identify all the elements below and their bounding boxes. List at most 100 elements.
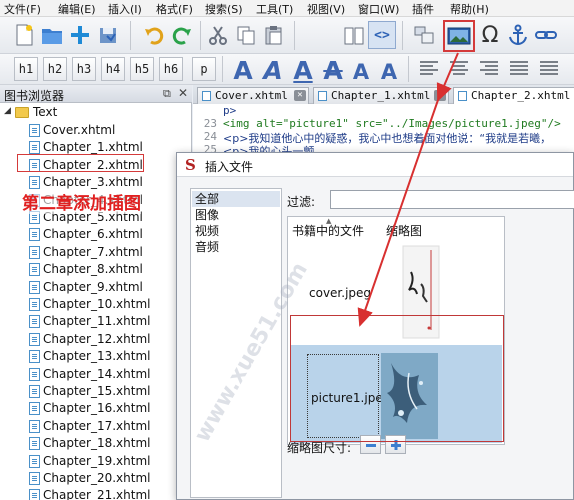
toolbar-separator [222, 56, 223, 82]
tab-cover[interactable]: Cover.xhtml ✕ [197, 87, 309, 104]
column-header-thumbnail[interactable]: 缩略图 [386, 222, 422, 239]
align-center-icon[interactable] [450, 61, 468, 77]
align-left-icon[interactable] [420, 61, 438, 77]
heading-h3-button[interactable]: h3 [72, 57, 96, 81]
file-icon [29, 298, 40, 311]
undo-button[interactable] [140, 21, 168, 49]
paragraph-button[interactable]: p [192, 57, 216, 81]
code-view-button[interactable]: <> [368, 21, 396, 49]
tree-file-label: Chapter_10.xhtml [43, 297, 151, 311]
tree-file-label: Chapter_7.xhtml [43, 244, 143, 259]
bold-button[interactable]: A [229, 56, 257, 83]
menu-format[interactable]: 格式(F) [156, 1, 193, 17]
split-view-button[interactable] [410, 21, 438, 49]
expand-arrow-icon[interactable]: ◢ [4, 106, 11, 116]
file-icon [29, 367, 40, 381]
tree-file-label: Chapter_12.xhtml [43, 331, 151, 346]
tab-chapter-1[interactable]: Chapter_1.xhtml ✕ [313, 87, 449, 104]
copy-button[interactable] [232, 21, 260, 49]
tree-file-label: Chapter_16.xhtml [43, 401, 151, 416]
tree-file-item[interactable]: Chapter_15.xhtml [0, 383, 192, 400]
tree-file-label: Chapter_3.xhtml [43, 175, 143, 190]
tree-file-item[interactable]: Chapter_11.xhtml [0, 313, 192, 330]
decrease-indent-icon[interactable] [540, 61, 558, 77]
code-editor[interactable]: p> 23 <img alt="picture1" src="../Images… [193, 104, 574, 156]
redo-button[interactable] [168, 21, 196, 49]
align-justify-icon[interactable] [510, 61, 528, 77]
tree-file-item[interactable]: Chapter_17.xhtml [0, 418, 192, 435]
tree-file-item[interactable]: Chapter_9.xhtml [0, 279, 192, 296]
new-file-button[interactable] [10, 21, 38, 49]
heading-h4-button[interactable]: h4 [101, 57, 125, 81]
filter-input[interactable] [330, 190, 574, 209]
tree-file-item[interactable]: Chapter_12.xhtml [0, 331, 192, 348]
file-icon [29, 489, 40, 500]
tree-file-item[interactable]: Chapter_8.xhtml [0, 261, 192, 278]
menu-insert[interactable]: 插入(I) [108, 1, 142, 17]
toolbar-separator [408, 56, 409, 82]
tree-file-label: Chapter_21.xhtml [43, 488, 151, 500]
heading-h1-button[interactable]: h1 [14, 57, 38, 81]
book-view-button[interactable] [340, 21, 368, 49]
file-icon [29, 454, 40, 468]
heading-h5-button[interactable]: h5 [130, 57, 154, 81]
file-icon [29, 245, 40, 259]
tree-file-item[interactable]: Chapter_13.xhtml [0, 348, 192, 365]
subscript-button[interactable]: A [347, 56, 375, 83]
insert-link-button[interactable] [532, 21, 560, 49]
heading-h2-button[interactable]: h2 [43, 57, 67, 81]
menu-window[interactable]: 窗口(W) [358, 1, 399, 17]
tree-file-item[interactable]: Chapter_20.xhtml [0, 470, 192, 487]
tree-file-item[interactable]: Chapter_14.xhtml [0, 366, 192, 383]
save-button[interactable] [94, 21, 122, 49]
tree-file-item[interactable]: Chapter_21.xhtml [0, 487, 192, 500]
tree-folder-text[interactable]: ◢ Text [0, 104, 192, 121]
paste-icon [265, 26, 282, 45]
menu-view[interactable]: 视图(V) [307, 1, 345, 17]
paste-button[interactable] [260, 21, 288, 49]
bold-icon: A [233, 56, 253, 85]
category-video[interactable]: 视频 [192, 223, 280, 239]
insert-anchor-button[interactable] [504, 21, 532, 49]
menu-plugins[interactable]: 插件 [412, 1, 434, 17]
menu-search[interactable]: 搜索(S) [205, 1, 243, 17]
tree-file-item[interactable]: Chapter_10.xhtml [0, 296, 192, 313]
add-button[interactable] [66, 21, 94, 49]
tree-file-label: Chapter_1.xhtml [43, 140, 143, 155]
file-icon [29, 315, 40, 329]
close-icon[interactable]: ✕ [178, 86, 188, 100]
tree-file-item[interactable]: Chapter_18.xhtml [0, 435, 192, 452]
menu-bar: 文件(F) 编辑(E) 插入(I) 格式(F) 搜索(S) 工具(T) 视图(V… [0, 0, 574, 17]
underline-button[interactable]: A [289, 56, 317, 83]
line-number: 23 [203, 117, 217, 130]
align-right-icon[interactable] [480, 61, 498, 77]
close-tab-icon[interactable]: ✕ [434, 90, 446, 101]
file-icon [29, 141, 40, 155]
menu-file[interactable]: 文件(F) [4, 1, 41, 17]
strikethrough-button[interactable]: A [319, 56, 347, 83]
tree-file-item[interactable]: Chapter_7.xhtml [0, 244, 192, 261]
superscript-button[interactable]: A [375, 56, 403, 83]
book-browser-panel: 图书浏览器 ⧉ ✕ ◢ Text Cover.xhtml Chapter_1.xh… [0, 85, 192, 500]
menu-edit[interactable]: 编辑(E) [58, 1, 96, 17]
float-panel-icon[interactable]: ⧉ [163, 87, 171, 101]
dialog-title-bar: S 插入文件 [177, 153, 573, 177]
open-folder-icon [42, 29, 62, 44]
menu-tools[interactable]: 工具(T) [256, 1, 293, 17]
tree-file-item[interactable]: Chapter_16.xhtml [0, 400, 192, 417]
category-images[interactable]: 图像 [192, 207, 280, 223]
tree-file-item[interactable]: Cover.xhtml [0, 122, 192, 139]
cut-button[interactable] [204, 21, 232, 49]
menu-help[interactable]: 帮助(H) [450, 1, 489, 17]
category-all[interactable]: 全部 [192, 191, 280, 207]
close-tab-icon[interactable]: ✕ [294, 90, 306, 101]
tree-file-item[interactable]: Chapter_6.xhtml [0, 226, 192, 243]
file-name-cover[interactable]: cover.jpeg [309, 286, 371, 300]
category-audio[interactable]: 音频 [192, 239, 280, 255]
tree-file-item[interactable]: Chapter_19.xhtml [0, 453, 192, 470]
heading-h6-button[interactable]: h6 [159, 57, 183, 81]
open-button[interactable] [38, 21, 66, 49]
tab-chapter-2[interactable]: Chapter_2.xhtml [453, 87, 574, 104]
insert-special-char-button[interactable]: Ω [476, 21, 504, 49]
italic-button[interactable]: A [259, 56, 287, 83]
